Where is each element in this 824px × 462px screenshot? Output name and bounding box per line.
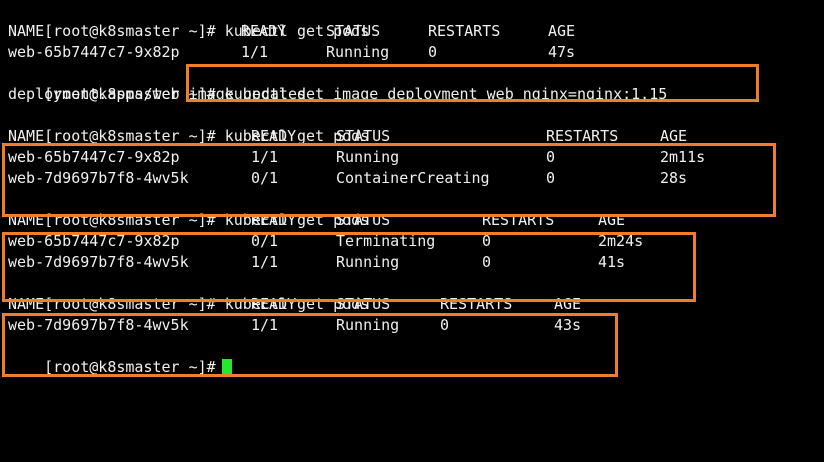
table-row: web-65b7447c7-9x82p 1/1 Running 0 2m11s xyxy=(8,147,705,168)
terminal-window[interactable]: [root@k8smaster ~]# kubectl get pods NAM… xyxy=(0,0,824,405)
pod-name: web-65b7447c7-9x82p xyxy=(8,232,180,250)
pod-restarts: 0 xyxy=(482,253,492,271)
prompt: [root@k8smaster ~]# xyxy=(44,127,216,145)
pod-restarts: 0 xyxy=(546,169,556,187)
header-ready: READY xyxy=(241,22,287,40)
pod-age: 28s xyxy=(660,169,688,187)
command-output: deployment.apps/web image updated xyxy=(8,85,307,103)
pod-status: Running xyxy=(326,43,390,61)
header-ready: READY xyxy=(251,211,297,229)
prompt-line: [root@k8smaster ~]# kubectl get pods xyxy=(8,273,369,313)
table-header: NAME READY STATUS RESTARTS AGE xyxy=(8,210,625,231)
table-row: web-65b7447c7-9x82p 0/1 Terminating 0 2m… xyxy=(8,231,643,252)
header-restarts: RESTARTS xyxy=(428,22,501,40)
table-row: web-7d9697b7f8-4wv5k 1/1 Running 0 41s xyxy=(8,252,625,273)
pod-status: Running xyxy=(336,253,400,271)
header-restarts: RESTARTS xyxy=(440,295,513,313)
pod-restarts: 0 xyxy=(440,316,450,334)
pod-ready: 1/1 xyxy=(241,43,269,61)
pod-status: Running xyxy=(336,316,400,334)
active-prompt-line[interactable]: [root@k8smaster ~]# xyxy=(8,336,232,376)
pod-name: web-7d9697b7f8-4wv5k xyxy=(8,253,189,271)
header-status: STATUS xyxy=(326,22,381,40)
header-name: NAME xyxy=(8,211,45,229)
prompt-line: [root@k8smaster ~]# kubectl get pods xyxy=(8,189,369,229)
pod-age: 47s xyxy=(548,43,576,61)
prompt-line: [root@k8smaster ~]# kubectl set image de… xyxy=(8,63,667,103)
pod-ready: 1/1 xyxy=(251,253,279,271)
table-header: NAME READY STATUS RESTARTS AGE xyxy=(8,126,687,147)
pod-age: 2m24s xyxy=(598,232,644,250)
header-status: STATUS xyxy=(336,295,391,313)
pod-status: Running xyxy=(336,148,400,166)
prompt: [root@k8smaster ~]# xyxy=(44,358,216,376)
prompt: [root@k8smaster ~]# xyxy=(44,22,216,40)
pod-ready: 0/1 xyxy=(251,232,279,250)
pod-age: 41s xyxy=(598,253,626,271)
prompt-line: [root@k8smaster ~]# kubectl get pods xyxy=(8,0,369,40)
pod-age: 2m11s xyxy=(660,148,706,166)
pod-name: web-65b7447c7-9x82p xyxy=(8,148,180,166)
pod-name: web-65b7447c7-9x82p xyxy=(8,43,180,61)
table-row: web-7d9697b7f8-4wv5k 1/1 Running 0 43s xyxy=(8,315,581,336)
header-ready: READY xyxy=(251,295,297,313)
pod-status: ContainerCreating xyxy=(336,169,490,187)
table-row: web-65b7447c7-9x82p 1/1 Running 0 47s xyxy=(8,42,575,63)
header-age: AGE xyxy=(660,127,688,145)
pod-restarts: 0 xyxy=(428,43,438,61)
table-header: NAME READY STATUS RESTARTS AGE xyxy=(8,294,581,315)
header-restarts: RESTARTS xyxy=(546,127,619,145)
header-name: NAME xyxy=(8,295,45,313)
header-status: STATUS xyxy=(336,127,391,145)
header-restarts: RESTARTS xyxy=(482,211,555,229)
header-age: AGE xyxy=(598,211,626,229)
header-name: NAME xyxy=(8,22,45,40)
header-age: AGE xyxy=(554,295,582,313)
prompt-line: [root@k8smaster ~]# kubectl get pods xyxy=(8,105,369,145)
pod-name: web-7d9697b7f8-4wv5k xyxy=(8,316,189,334)
pod-restarts: 0 xyxy=(482,232,492,250)
header-ready: READY xyxy=(251,127,297,145)
prompt: [root@k8smaster ~]# xyxy=(44,211,216,229)
prompt: [root@k8smaster ~]# xyxy=(44,295,216,313)
header-status: STATUS xyxy=(336,211,391,229)
pod-ready: 0/1 xyxy=(251,169,279,187)
pod-ready: 1/1 xyxy=(251,316,279,334)
table-header: NAME READY STATUS RESTARTS AGE xyxy=(8,21,575,42)
pod-name: web-7d9697b7f8-4wv5k xyxy=(8,169,189,187)
table-row: web-7d9697b7f8-4wv5k 0/1 ContainerCreati… xyxy=(8,168,687,189)
pod-status: Terminating xyxy=(336,232,436,250)
pod-age: 43s xyxy=(554,316,582,334)
cursor xyxy=(221,359,232,375)
header-age: AGE xyxy=(548,22,576,40)
pod-ready: 1/1 xyxy=(251,148,279,166)
header-name: NAME xyxy=(8,127,45,145)
pod-restarts: 0 xyxy=(546,148,556,166)
